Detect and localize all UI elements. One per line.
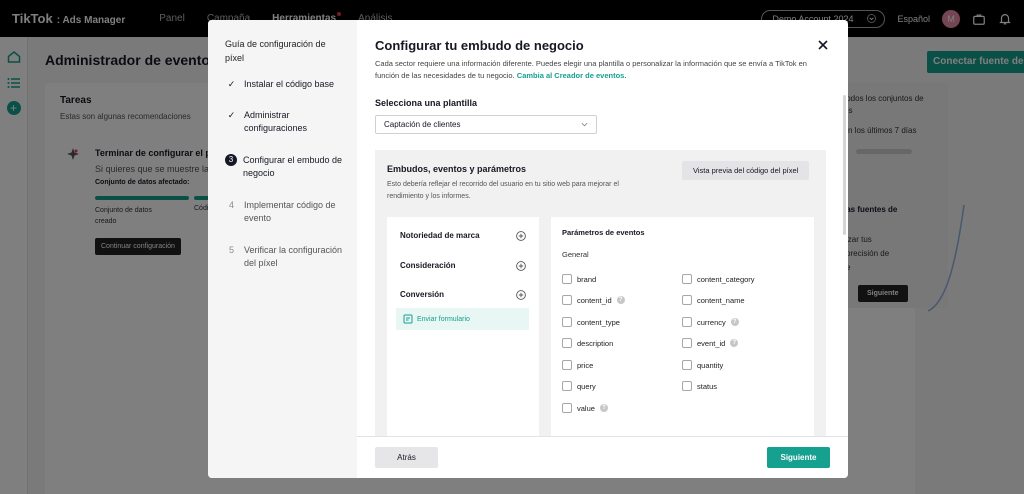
info-icon[interactable]: ? xyxy=(730,339,739,347)
param-label: content_name xyxy=(697,295,745,305)
step-label: Configurar el embudo de negocio xyxy=(243,155,343,178)
param-quantity[interactable]: quantity xyxy=(682,360,723,370)
param-content-id[interactable]: content_id? xyxy=(562,295,625,305)
checkbox[interactable] xyxy=(562,274,572,284)
funnel-title: Embudos, eventos y parámetros xyxy=(387,164,527,174)
stage-consideration[interactable]: Consideración xyxy=(400,261,456,270)
template-select[interactable]: Captación de clientes xyxy=(375,115,597,134)
checkbox[interactable] xyxy=(562,360,572,370)
funnel-stages: Notoriedad de marca Consideración Conver… xyxy=(387,217,539,440)
step-verify-pixel[interactable]: 5 Verificar la configuración del píxel xyxy=(225,244,350,270)
step-label: Administrar configuraciones xyxy=(244,110,308,133)
step-label: Verificar la configuración del píxel xyxy=(244,245,343,268)
step-install-base-code[interactable]: ✓ Instalar el código base xyxy=(225,78,350,91)
add-event-icon[interactable] xyxy=(516,290,526,300)
param-label: content_type xyxy=(577,317,620,327)
modal-footer: Atrás Siguiente xyxy=(357,436,848,478)
add-event-icon[interactable] xyxy=(516,261,526,271)
param-status[interactable]: status xyxy=(682,381,717,391)
event-builder-link[interactable]: Cambia al Creador de eventos. xyxy=(517,71,627,80)
next-button[interactable]: Siguiente xyxy=(767,447,830,468)
info-icon[interactable]: ? xyxy=(599,404,608,412)
param-label: price xyxy=(577,360,594,370)
param-label: currency xyxy=(697,317,726,327)
checkbox[interactable] xyxy=(682,360,692,370)
funnel-description: Esto debería reflejar el recorrido del u… xyxy=(387,181,619,200)
step-number-badge: 3 xyxy=(225,154,237,166)
param-currency[interactable]: currency? xyxy=(682,317,739,327)
step-manage-settings[interactable]: ✓ Administrar configuraciones xyxy=(225,109,350,135)
template-value: Captación de clientes xyxy=(384,120,461,129)
funnel-section: Embudos, eventos y parámetros Esto deber… xyxy=(375,150,826,440)
info-icon[interactable]: ? xyxy=(730,318,739,326)
param-value[interactable]: value? xyxy=(562,403,608,413)
checkbox[interactable] xyxy=(682,295,692,305)
template-label: Selecciona una plantilla xyxy=(375,98,478,108)
checkbox[interactable] xyxy=(562,381,572,391)
modal-content: Configurar tu embudo de negocio Cada sec… xyxy=(357,20,848,478)
checkbox[interactable] xyxy=(562,403,572,413)
info-icon[interactable]: ? xyxy=(616,296,625,304)
setup-guide-sidebar: Guía de configuración de píxel ✓ Instala… xyxy=(208,20,357,478)
pixel-setup-modal: Guía de configuración de píxel ✓ Instala… xyxy=(208,20,848,478)
step-label: Instalar el código base xyxy=(244,79,335,89)
param-label: description xyxy=(577,338,614,348)
modal-title: Configurar tu embudo de negocio xyxy=(375,38,584,53)
checkbox[interactable] xyxy=(682,274,692,284)
param-label: content_id xyxy=(577,295,612,305)
add-event-icon[interactable] xyxy=(516,231,526,241)
checkbox[interactable] xyxy=(562,338,572,348)
form-icon xyxy=(403,314,413,324)
back-button[interactable]: Atrás xyxy=(375,447,438,468)
step-label: Implementar código de evento xyxy=(244,200,336,223)
modal-scrollbar[interactable] xyxy=(843,95,846,235)
param-brand[interactable]: brand xyxy=(562,274,596,284)
param-label: event_id xyxy=(697,338,726,348)
check-icon: ✓ xyxy=(227,110,236,120)
event-submit-form[interactable]: Enviar formulario xyxy=(396,308,529,330)
step-number: 5 xyxy=(228,245,234,255)
parameters-group: General xyxy=(562,250,589,259)
checkbox[interactable] xyxy=(682,381,692,391)
preview-pixel-code-button[interactable]: Vista previa del código del píxel xyxy=(682,161,810,180)
parameters-title: Parámetros de eventos xyxy=(562,228,645,237)
stage-brand-awareness[interactable]: Notoriedad de marca xyxy=(400,231,480,240)
param-content-type[interactable]: content_type xyxy=(562,317,620,327)
param-price[interactable]: price xyxy=(562,360,593,370)
param-label: status xyxy=(697,381,718,391)
chevron-down-icon xyxy=(581,122,588,127)
param-label: content_category xyxy=(697,274,755,284)
step-number: 4 xyxy=(228,200,234,210)
close-icon[interactable] xyxy=(817,39,829,51)
setup-guide-title: Guía de configuración de píxel xyxy=(225,39,326,63)
step-implement-event-code[interactable]: 4 Implementar código de evento xyxy=(225,199,350,225)
event-label: Enviar formulario xyxy=(417,315,470,323)
checkbox[interactable] xyxy=(562,295,572,305)
modal-description: Cada sector requiere una información dif… xyxy=(375,58,815,81)
param-label: quantity xyxy=(697,360,724,370)
checkbox[interactable] xyxy=(682,338,692,348)
param-description[interactable]: description xyxy=(562,338,613,348)
checkbox[interactable] xyxy=(682,317,692,327)
param-content-category[interactable]: content_category xyxy=(682,274,755,284)
param-event-id[interactable]: event_id? xyxy=(682,338,739,348)
param-label: value xyxy=(577,403,595,413)
checkbox[interactable] xyxy=(562,317,572,327)
param-query[interactable]: query xyxy=(562,381,596,391)
step-configure-funnel[interactable]: 3 Configurar el embudo de negocio xyxy=(225,154,350,180)
param-content-name[interactable]: content_name xyxy=(682,295,745,305)
param-label: query xyxy=(577,381,596,391)
event-parameters: Parámetros de eventos General brand cont… xyxy=(551,217,814,440)
param-label: brand xyxy=(577,274,597,284)
check-icon: ✓ xyxy=(227,79,236,89)
stage-conversion[interactable]: Conversión xyxy=(400,290,444,299)
